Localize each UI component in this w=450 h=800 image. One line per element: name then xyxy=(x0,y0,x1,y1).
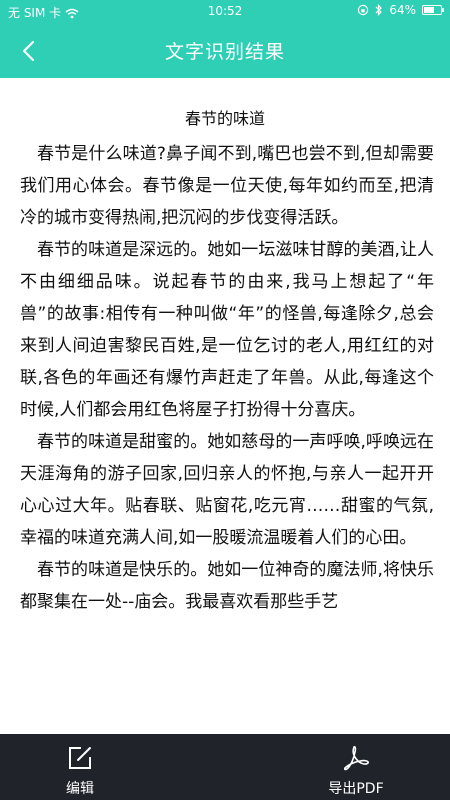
page-title: 文字识别结果 xyxy=(164,41,285,63)
export-pdf-button[interactable]: 导出PDF xyxy=(286,734,426,800)
bottom-toolbar: 编辑 导出PDF xyxy=(0,734,450,800)
edit-label: 编辑 xyxy=(66,781,94,797)
article-paragraph: 春节的味道是深远的。她如一坛滋味甘醇的美酒,让人不由细细品味。说起春节的由来,我… xyxy=(20,240,434,420)
article-title: 春节的味道 xyxy=(184,109,265,128)
battery-percent: 64% xyxy=(389,3,416,17)
article-paragraph: 春节的味道是快乐的。她如一位神奇的魔法师,将快乐都聚集在一处--庙会。我最喜欢看… xyxy=(20,560,434,612)
edit-button[interactable]: 编辑 xyxy=(10,734,150,800)
title-bar: 文字识别结果 xyxy=(0,22,450,78)
export-pdf-label: 导出PDF xyxy=(328,781,384,797)
status-bar: 无 SIM 卡 10:52 64% xyxy=(0,0,450,22)
article-paragraph: 春节的味道是甜蜜的。她如慈母的一声呼唤,呼唤远在天涯海角的游子回家,回归亲人的怀… xyxy=(20,432,434,548)
status-right: 64% xyxy=(357,3,444,17)
edit-icon xyxy=(69,747,91,769)
rotation-lock-icon xyxy=(358,4,369,16)
article-paragraph: 春节是什么味道?鼻子闻不到,嘴巴也尝不到,但却需要我们用心体会。春节像是一位天使… xyxy=(20,144,434,228)
pdf-icon xyxy=(343,745,369,771)
ocr-result-content: 春节的味道 春节是什么味道?鼻子闻不到,嘴巴也尝不到,但却需要我们用心体会。春节… xyxy=(0,78,450,734)
bluetooth-icon xyxy=(375,4,383,16)
battery-icon xyxy=(422,5,444,15)
